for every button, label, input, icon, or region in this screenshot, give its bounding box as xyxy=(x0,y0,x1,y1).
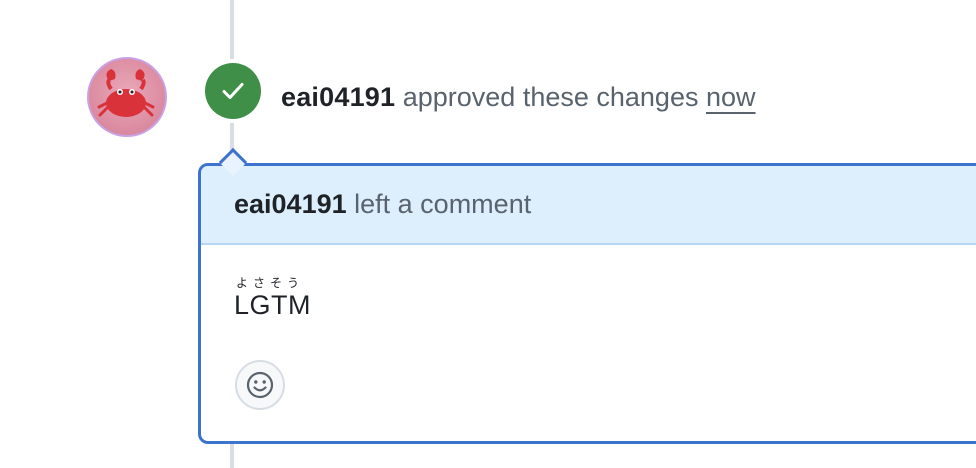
comment-action-text: left a comment xyxy=(354,189,532,219)
comment-author-link[interactable]: eai04191 xyxy=(234,189,347,220)
event-action-text: approved these changes xyxy=(402,82,699,112)
add-reaction-button[interactable] xyxy=(235,360,285,410)
approved-badge xyxy=(205,63,261,119)
check-icon xyxy=(222,83,244,99)
crab-icon xyxy=(97,69,155,117)
comment-body: よさそう LGTM xyxy=(234,276,311,321)
review-event-text: eai04191 approved these changes now xyxy=(281,80,756,114)
review-comment-box: eai04191 left a comment よさそう LGTM xyxy=(198,163,976,444)
comment-body-text: LGTM xyxy=(234,290,312,320)
comment-header: eai04191 left a comment xyxy=(201,166,976,245)
smiley-icon xyxy=(246,371,274,399)
review-timeline: eai04191 approved these changes now eai0… xyxy=(0,0,976,468)
event-time-link[interactable]: now xyxy=(706,82,756,112)
avatar[interactable] xyxy=(87,57,167,137)
event-author-link[interactable]: eai04191 xyxy=(281,82,395,112)
ruby-annotation: よさそう xyxy=(236,276,305,290)
